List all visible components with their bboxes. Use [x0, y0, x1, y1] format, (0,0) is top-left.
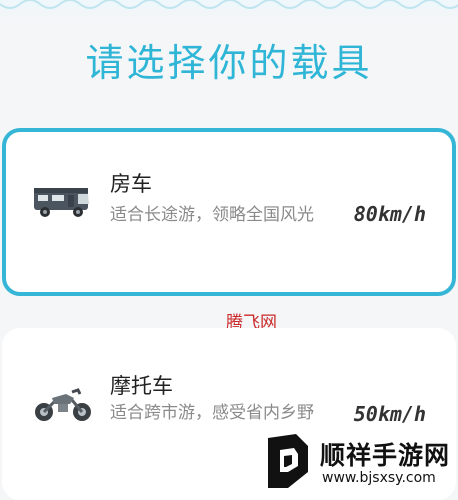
logo-name: 顺祥手游网 [320, 441, 451, 470]
logo-emblem-icon [268, 434, 308, 488]
vehicle-description: 适合长途游，领略全国风光 [110, 205, 314, 225]
top-decoration [0, 0, 458, 20]
vehicle-name: 房车 [110, 172, 152, 196]
rv-icon [32, 184, 92, 224]
site-logo-watermark: 顺祥手游网 www.bjsxsy.com [258, 432, 458, 495]
vehicle-speed: 80km/h [353, 202, 426, 226]
vehicle-name: 摩托车 [110, 374, 173, 398]
vehicle-card-rv[interactable]: 房车 适合长途游，领略全国风光 80km/h [2, 128, 456, 296]
logo-url: www.bjsxsy.com [322, 470, 436, 486]
motorcycle-icon [32, 384, 94, 428]
page-title: 请选择你的载具 [85, 41, 373, 85]
vehicle-speed: 50km/h [353, 402, 426, 426]
vehicle-description: 适合跨市游，感受省内乡野 [110, 403, 314, 423]
